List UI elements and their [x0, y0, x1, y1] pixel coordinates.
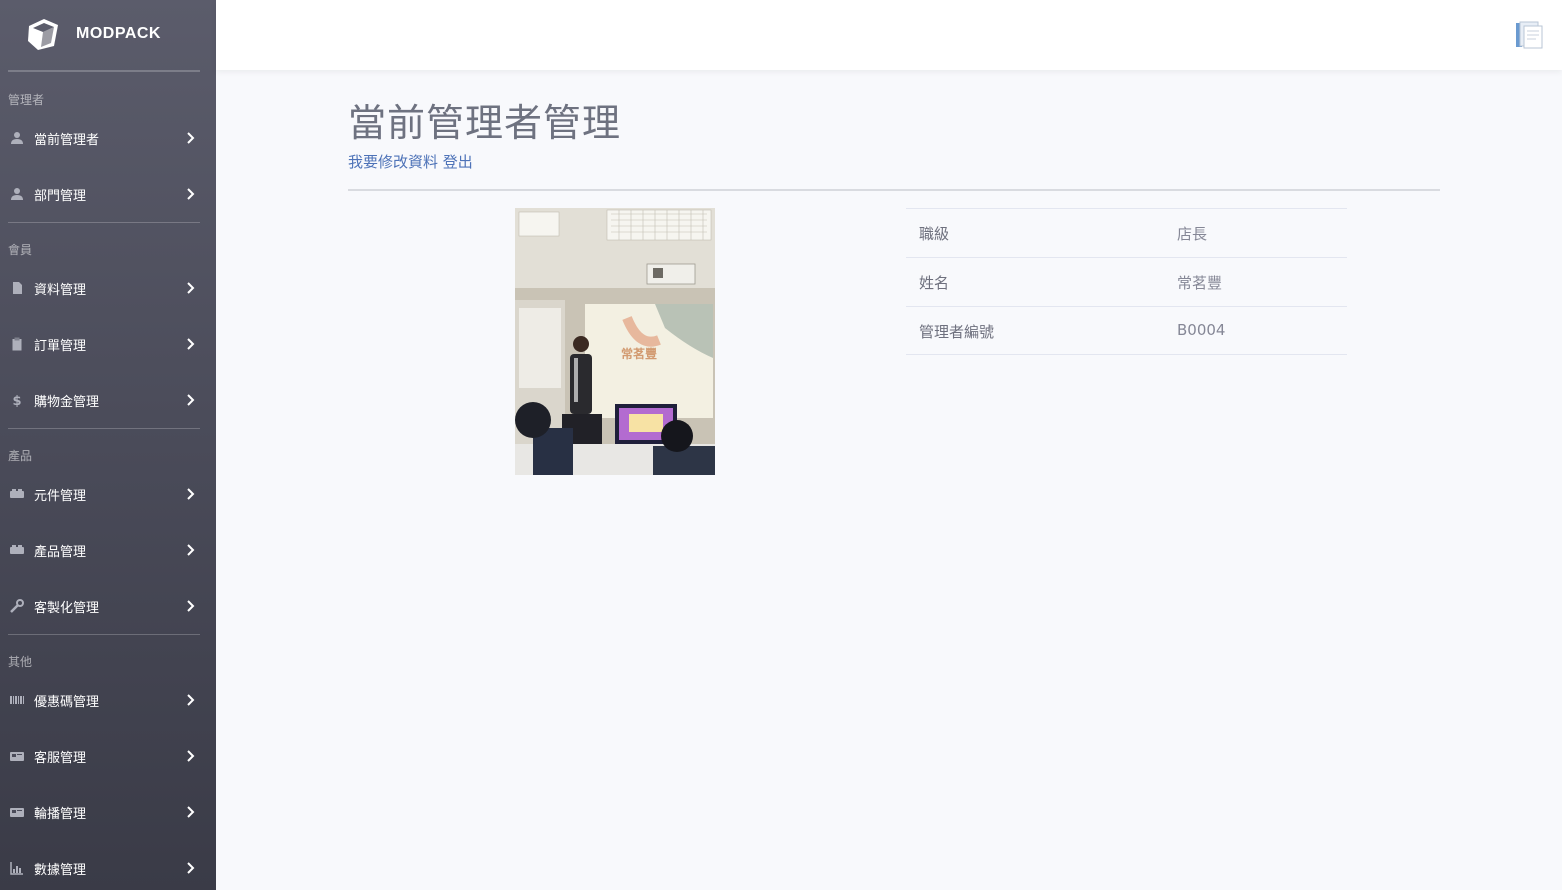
- chevron-right-icon: [187, 544, 195, 556]
- chevron-right-icon: [187, 862, 195, 874]
- chevron-right-icon: [187, 132, 195, 144]
- brand[interactable]: MODPACK: [24, 14, 161, 54]
- sidebar-item-label: 輪播管理: [34, 806, 87, 822]
- sidebar-item-coupons[interactable]: 優惠碼管理: [0, 686, 216, 714]
- screen-caption: 常茗豐: [621, 346, 657, 361]
- sidebar-item-data[interactable]: 資料管理: [0, 274, 216, 302]
- admin-photo: 常茗豐: [515, 208, 715, 475]
- boxes-icon: [10, 545, 24, 554]
- sidebar: MODPACK 管理者 當前管理者 部門管理 會員 資料管理 訂單管理 $ 購物…: [0, 0, 216, 890]
- section-label-product: 產品: [8, 449, 33, 463]
- topbar: [216, 0, 1562, 70]
- sidebar-divider: [8, 634, 200, 635]
- section-label-admin: 管理者: [8, 93, 45, 107]
- sidebar-divider: [8, 222, 200, 223]
- sidebar-item-carousel[interactable]: 輪播管理: [0, 798, 216, 826]
- dollar-icon: $: [12, 394, 21, 407]
- wrench-icon: [10, 599, 24, 613]
- chevron-right-icon: [187, 750, 195, 762]
- sidebar-item-label: 優惠碼管理: [34, 694, 100, 710]
- sidebar-item-products[interactable]: 產品管理: [0, 536, 216, 564]
- chevron-right-icon: [187, 282, 195, 294]
- chevron-right-icon: [187, 488, 195, 500]
- edit-profile-link[interactable]: 我要修改資料: [348, 153, 438, 171]
- sidebar-item-credits[interactable]: $ 購物金管理: [0, 386, 216, 414]
- action-links: 我要修改資料 登出: [348, 151, 473, 172]
- sidebar-item-orders[interactable]: 訂單管理: [0, 330, 216, 358]
- file-icon: [13, 282, 22, 294]
- chevron-right-icon: [187, 694, 195, 706]
- chevron-right-icon: [187, 188, 195, 200]
- sidebar-divider: [8, 70, 200, 72]
- admin-info-table: 職級 店長 姓名 常茗豐 管理者編號 B0004: [906, 208, 1347, 355]
- info-key: 姓名: [919, 274, 950, 292]
- sidebar-item-label: 元件管理: [34, 488, 87, 504]
- sidebar-item-label: 客服管理: [34, 750, 87, 766]
- documents-icon[interactable]: [1514, 20, 1544, 50]
- sidebar-item-current-admin[interactable]: 當前管理者: [0, 124, 216, 152]
- cube-logo-icon: [28, 19, 58, 50]
- id-card-icon: [10, 752, 24, 761]
- table-row: 姓名 常茗豐: [906, 257, 1347, 306]
- info-value: B0004: [1177, 321, 1226, 339]
- chevron-right-icon: [187, 338, 195, 350]
- section-label-member: 會員: [8, 243, 33, 257]
- sidebar-item-label: 產品管理: [34, 544, 87, 560]
- table-row: 職級 店長: [906, 208, 1347, 257]
- sidebar-item-components[interactable]: 元件管理: [0, 480, 216, 508]
- info-value: 店長: [1177, 225, 1208, 243]
- sidebar-item-label: 資料管理: [34, 282, 87, 298]
- user-icon: [11, 132, 23, 144]
- sidebar-item-analytics[interactable]: 數據管理: [0, 854, 216, 882]
- barcode-icon: [10, 696, 24, 704]
- sidebar-item-label: 客製化管理: [34, 600, 100, 616]
- sidebar-item-customization[interactable]: 客製化管理: [0, 592, 216, 620]
- sidebar-item-label: 訂單管理: [34, 338, 87, 354]
- sidebar-item-label: 數據管理: [34, 862, 87, 878]
- section-label-other: 其他: [8, 655, 33, 669]
- logout-link[interactable]: 登出: [443, 153, 473, 171]
- sidebar-item-label: 購物金管理: [34, 394, 100, 410]
- sidebar-item-support[interactable]: 客服管理: [0, 742, 216, 770]
- sidebar-item-label: 部門管理: [34, 188, 87, 204]
- boxes-icon: [10, 489, 24, 498]
- info-key: 管理者編號: [919, 323, 995, 341]
- user-icon: [11, 188, 23, 200]
- chart-icon: [10, 862, 23, 875]
- clipboard-icon: [12, 337, 22, 351]
- svg-text:$: $: [12, 394, 21, 407]
- brand-name: MODPACK: [76, 25, 161, 42]
- sidebar-item-department[interactable]: 部門管理: [0, 180, 216, 208]
- chevron-right-icon: [187, 600, 195, 612]
- info-value: 常茗豐: [1177, 274, 1223, 292]
- admin-photo-image: 常茗豐: [515, 208, 715, 475]
- sidebar-divider: [8, 428, 200, 429]
- chevron-right-icon: [187, 394, 195, 406]
- id-card-icon: [10, 808, 24, 817]
- header-divider: [348, 189, 1440, 191]
- sidebar-item-label: 當前管理者: [34, 132, 100, 148]
- table-row: 管理者編號 B0004: [906, 306, 1347, 355]
- page-title: 當前管理者管理: [348, 101, 622, 145]
- info-key: 職級: [919, 225, 950, 243]
- chevron-right-icon: [187, 806, 195, 818]
